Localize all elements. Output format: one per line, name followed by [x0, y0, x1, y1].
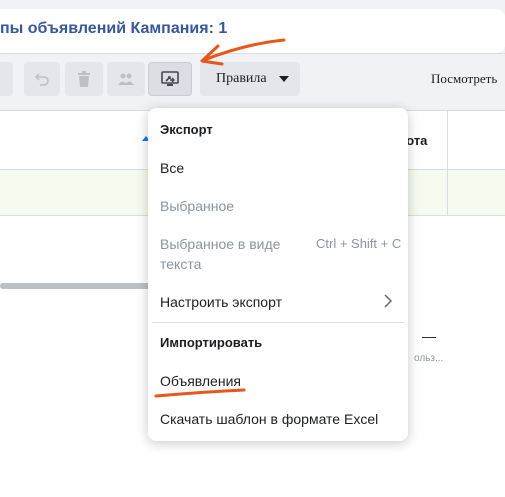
caret-down-icon [278, 76, 289, 82]
menu-item-all[interactable]: Все [160, 160, 184, 176]
export-icon [161, 71, 179, 86]
undo-icon [34, 73, 49, 86]
menu-heading-import: Импортировать [160, 335, 263, 350]
rules-label: Правила [216, 71, 267, 86]
top-bar: пы объявлений Кампания: 1 Правила Посмот… [0, 0, 505, 110]
audience-button[interactable] [107, 62, 145, 96]
chevron-right-icon [384, 294, 392, 308]
menu-item-selected[interactable]: Выбранное [160, 198, 234, 214]
keyboard-shortcut: Ctrl + Shift + C [316, 236, 402, 251]
horizontal-scrollbar[interactable] [0, 283, 150, 289]
cell-value: — [422, 328, 436, 344]
undo-button[interactable] [24, 62, 60, 96]
delete-button[interactable] [65, 62, 103, 96]
menu-divider [152, 322, 404, 323]
toolbar-button-partial[interactable] [0, 62, 13, 96]
view-button[interactable]: Посмотреть [431, 71, 497, 87]
cell-subtext: ольз... [414, 353, 444, 364]
export-menu: Экспорт Все Выбранное Выбранное в виде т… [148, 108, 408, 441]
annotation-arrow-icon [200, 38, 286, 66]
export-button[interactable] [148, 62, 192, 96]
menu-item-download-template[interactable]: Скачать шаблон в формате Excel [160, 411, 378, 427]
menu-heading-export: Экспорт [160, 122, 213, 137]
menu-item-selected-as-text[interactable]: Выбранное в виде текста [160, 234, 300, 274]
menu-item-customize-export[interactable]: Настроить экспорт [160, 294, 282, 310]
menu-item-import-ads[interactable]: Объявления [160, 373, 241, 389]
trash-icon [78, 71, 90, 87]
column-divider [447, 110, 448, 216]
people-icon [118, 73, 134, 85]
annotation-underline-icon [154, 388, 246, 398]
